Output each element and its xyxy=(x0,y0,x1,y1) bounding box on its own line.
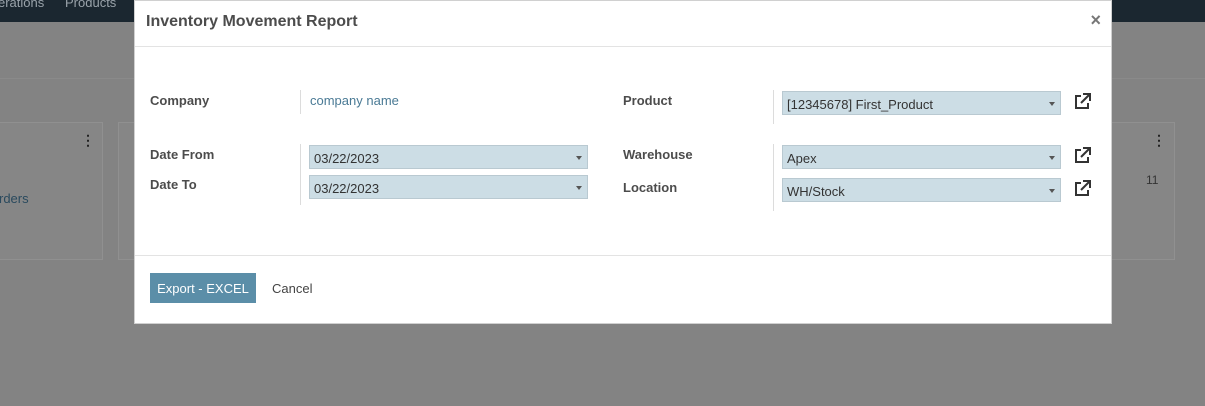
dialog-title: Inventory Movement Report xyxy=(146,13,358,30)
export-excel-button[interactable]: Export - EXCEL xyxy=(150,273,256,303)
date-from-label: Date From xyxy=(150,147,215,162)
dialog-footer: Export - EXCEL Cancel xyxy=(135,255,1111,324)
caret-down-icon xyxy=(1049,102,1055,106)
date-to-field[interactable]: 03/22/2023 xyxy=(309,175,588,199)
warehouse-value: Apex xyxy=(787,151,817,166)
dialog-header: Inventory Movement Report × xyxy=(135,1,1111,47)
caret-down-icon xyxy=(1049,156,1055,160)
external-link-icon[interactable] xyxy=(1072,92,1092,112)
menu-operations[interactable]: erations xyxy=(0,0,44,10)
company-separator xyxy=(300,90,301,114)
date-to-value: 03/22/2023 xyxy=(314,181,380,196)
inventory-report-dialog: Inventory Movement Report × Company comp… xyxy=(134,0,1112,324)
background-card-link[interactable]: rders xyxy=(0,191,29,206)
warehouse-select[interactable]: Apex xyxy=(782,145,1061,169)
product-label: Product xyxy=(623,93,673,108)
location-select[interactable]: WH/Stock xyxy=(782,178,1061,202)
company-value[interactable]: company name xyxy=(310,93,399,108)
date-to-label: Date To xyxy=(150,177,197,192)
warehouse-location-separator xyxy=(773,144,774,211)
product-separator xyxy=(773,90,774,124)
cancel-button[interactable]: Cancel xyxy=(272,273,312,303)
external-link-icon[interactable] xyxy=(1072,179,1092,199)
close-icon[interactable]: × xyxy=(1090,10,1101,31)
caret-down-icon xyxy=(576,156,582,160)
caret-down-icon xyxy=(1049,189,1055,193)
dates-separator xyxy=(300,144,301,205)
location-label: Location xyxy=(623,180,678,195)
menu-products[interactable]: Products xyxy=(65,0,116,10)
warehouse-label: Warehouse xyxy=(623,147,693,162)
company-label: Company xyxy=(150,93,210,108)
date-from-field[interactable]: 03/22/2023 xyxy=(309,145,588,169)
location-value: WH/Stock xyxy=(787,184,845,199)
background-card-count: 11 xyxy=(1146,173,1159,187)
vertical-dots-icon[interactable]: ⋮ xyxy=(1152,132,1166,149)
vertical-dots-icon[interactable]: ⋮ xyxy=(81,132,95,149)
caret-down-icon xyxy=(576,186,582,190)
external-link-icon[interactable] xyxy=(1072,146,1092,166)
product-value: [12345678] First_Product xyxy=(787,97,933,112)
date-from-value: 03/22/2023 xyxy=(314,151,380,166)
product-select[interactable]: [12345678] First_Product xyxy=(782,91,1061,115)
